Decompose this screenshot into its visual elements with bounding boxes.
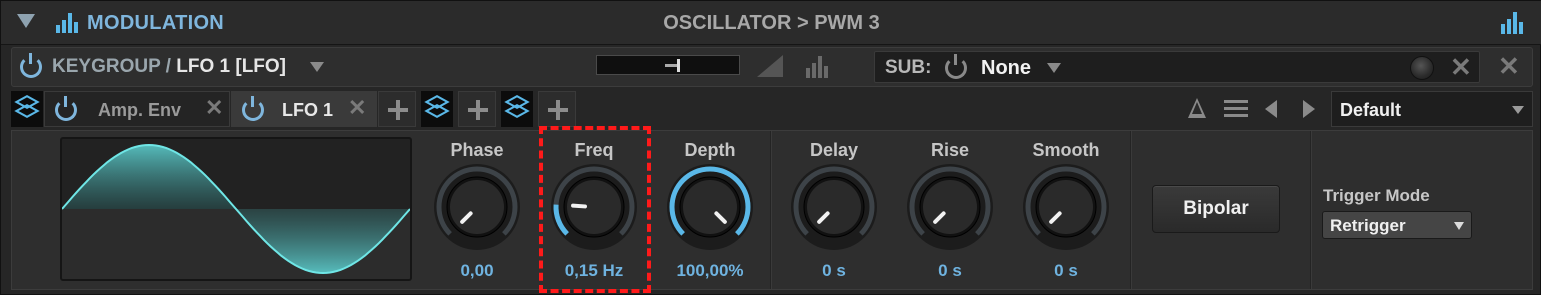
trigger-mode-caret-icon <box>1454 222 1464 230</box>
trigger-mode-value: Retrigger <box>1330 216 1406 235</box>
phase-knob[interactable] <box>433 163 521 251</box>
delay-knob[interactable] <box>790 163 878 251</box>
modulation-panel: MODULATION OSCILLATOR > PWM 3 KEYGROUP /… <box>0 0 1541 295</box>
preset-select[interactable]: Default <box>1331 91 1533 127</box>
rise-value: 0 s <box>938 261 962 280</box>
ramp-icon <box>757 55 783 77</box>
layers-icon-3[interactable] <box>501 91 533 127</box>
menu-icon[interactable] <box>1224 100 1248 118</box>
source-power-icon[interactable] <box>20 53 42 78</box>
modulation-target-path: OSCILLATOR > PWM 3 <box>663 12 880 34</box>
arrow-left-icon[interactable] <box>1265 100 1277 118</box>
sub-label: SUB: <box>885 57 932 78</box>
depth-knob[interactable] <box>666 163 754 251</box>
rise-knob[interactable] <box>906 163 994 251</box>
section-divider <box>770 131 772 289</box>
lfo-editor: Phase 0,00 Freq 0,15 Hz Depth 100,00% De… <box>11 130 1533 290</box>
amount-bars-icon <box>806 54 828 78</box>
metronome-icon[interactable] <box>1188 98 1206 118</box>
modulation-meter <box>596 55 740 75</box>
section-divider <box>1130 131 1132 289</box>
preset-value: Default <box>1340 100 1402 120</box>
freq-label: Freq <box>574 140 614 160</box>
lfo-power-icon[interactable] <box>242 96 264 121</box>
arrow-right-icon[interactable] <box>1303 100 1315 118</box>
source-prefix: KEYGROUP / <box>52 56 171 77</box>
freq-control: Freq 0,15 Hz <box>539 131 649 289</box>
tab-label: Amp. Env <box>98 100 182 120</box>
bipolar-button[interactable]: Bipolar <box>1152 185 1280 233</box>
modulator-tab-row: Amp. Env ✕ LFO 1 ✕ Default <box>11 91 1533 127</box>
depth-value: 100,00% <box>676 261 744 280</box>
phase-label: Phase <box>450 140 504 160</box>
add-modulator-plus-icon-2[interactable] <box>458 91 496 127</box>
lfo-waveform-display <box>60 137 412 281</box>
tab-lfo-1[interactable]: LFO 1 ✕ <box>231 91 377 127</box>
lfo-close-icon[interactable]: ✕ <box>348 97 366 119</box>
tab-amp-env[interactable]: Amp. Env ✕ <box>44 91 230 127</box>
phase-control: Phase 0,00 <box>422 131 532 289</box>
source-selector[interactable]: KEYGROUP / LFO 1 [LFO] <box>52 56 286 78</box>
tab-label: LFO 1 <box>282 100 334 120</box>
depth-label: Depth <box>684 140 736 160</box>
delay-value: 0 s <box>822 261 846 280</box>
modulation-bars-icon-right[interactable] <box>1501 12 1523 34</box>
amp-env-close-icon[interactable]: ✕ <box>205 97 223 119</box>
smooth-control: Smooth 0 s <box>1011 131 1121 289</box>
add-modulator-plus-icon-3[interactable] <box>538 91 576 127</box>
layers-icon-2[interactable] <box>421 91 453 127</box>
preset-dropdown-caret-icon[interactable] <box>1512 106 1524 114</box>
source-dropdown-caret-icon[interactable] <box>310 62 324 72</box>
delay-control: Delay 0 s <box>779 131 889 289</box>
amp-env-power-icon[interactable] <box>55 96 77 121</box>
source-name: LFO 1 [LFO] <box>176 56 287 77</box>
phase-value: 0,00 <box>460 261 494 280</box>
rise-control: Rise 0 s <box>895 131 1005 289</box>
trigger-mode-label: Trigger Mode <box>1323 186 1430 205</box>
add-modulator-plus-icon[interactable] <box>378 91 416 127</box>
remove-modulation-close-icon[interactable]: ✕ <box>1498 53 1520 79</box>
sub-modulation-box: SUB: None ✕ <box>874 51 1480 83</box>
title-bar: MODULATION OSCILLATOR > PWM 3 <box>1 1 1541 45</box>
sub-amount-knob[interactable] <box>1410 56 1434 80</box>
delay-label: Delay <box>809 140 859 160</box>
section-divider <box>1310 131 1312 289</box>
sub-dropdown-caret-icon[interactable] <box>1047 63 1061 73</box>
freq-value: 0,15 Hz <box>564 261 624 280</box>
sub-power-icon[interactable] <box>945 54 967 79</box>
modulation-source-row: KEYGROUP / LFO 1 [LFO] SUB: None ✕ ✕ <box>11 47 1533 87</box>
depth-control: Depth 100,00% <box>655 131 765 289</box>
freq-knob[interactable] <box>550 163 638 251</box>
smooth-knob[interactable] <box>1022 163 1110 251</box>
sub-source-select[interactable]: None <box>981 57 1031 80</box>
trigger-mode-select[interactable]: Retrigger <box>1322 211 1472 239</box>
smooth-value: 0 s <box>1054 261 1078 280</box>
rise-label: Rise <box>930 140 970 160</box>
layers-icon[interactable] <box>11 91 43 127</box>
sub-clear-icon[interactable]: ✕ <box>1450 54 1472 80</box>
smooth-label: Smooth <box>1032 140 1100 160</box>
